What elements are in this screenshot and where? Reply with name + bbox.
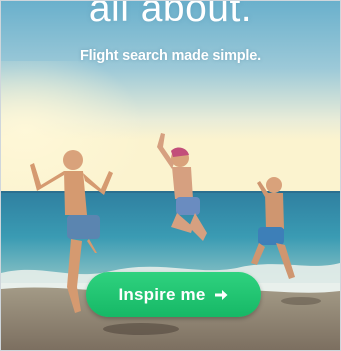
tagline: Flight search made simple. [80,48,261,64]
inspire-me-button[interactable]: Inspire me [86,272,261,317]
ad-banner[interactable]: all about. Flight search made simple. In… [0,0,341,351]
arrow-right-icon [214,289,228,300]
headline: all about. [88,0,253,30]
inspire-me-button-label: Inspire me [118,284,206,304]
